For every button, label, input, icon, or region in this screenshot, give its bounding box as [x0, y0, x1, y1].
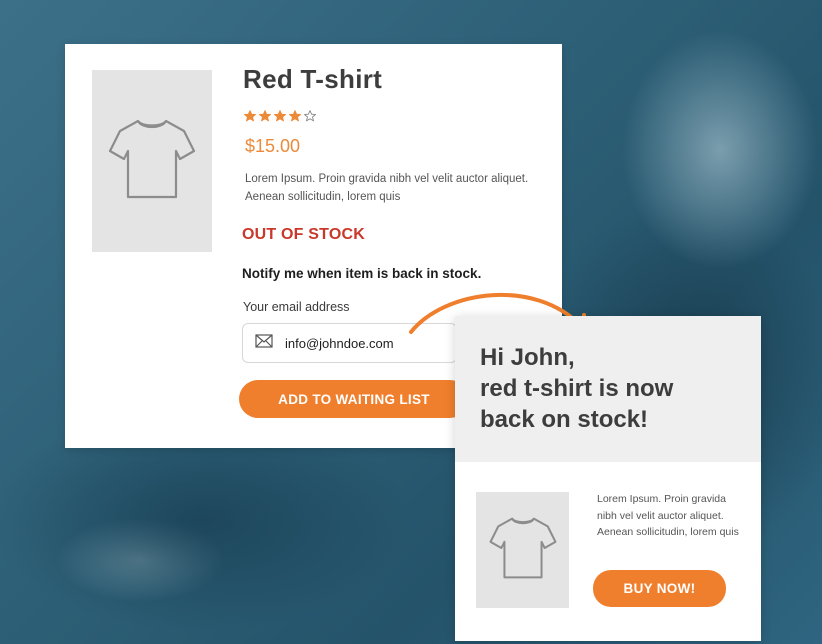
- headline-line-2: red t-shirt is now: [480, 375, 674, 402]
- star-filled-icon: [274, 110, 286, 122]
- notify-heading: Notify me when item is back in stock.: [242, 266, 482, 281]
- star-filled-icon: [289, 110, 301, 122]
- email-value: info@johndoe.com: [285, 335, 394, 351]
- product-description: Lorem Ipsum. Proin gravida nibh vel veli…: [245, 173, 529, 203]
- headline-line-3: back on stock!: [480, 406, 649, 433]
- rating-stars: [244, 110, 316, 122]
- product-title: Red T-shirt: [243, 64, 383, 94]
- back-in-stock-email: Hi John, red t-shirt is now back on stoc…: [455, 316, 761, 641]
- email-headline: Hi John, red t-shirt is now back on stoc…: [480, 342, 750, 435]
- star-filled-icon: [244, 110, 256, 122]
- tshirt-icon: [106, 115, 198, 208]
- product-image: [92, 70, 212, 252]
- email-header: Hi John, red t-shirt is now back on stoc…: [455, 316, 761, 462]
- email-label: Your email address: [243, 300, 350, 314]
- buy-now-button[interactable]: BUY NOW!: [593, 570, 726, 607]
- headline-line-1: Hi John,: [480, 344, 575, 371]
- star-empty-icon: [304, 110, 316, 122]
- stock-status: OUT OF STOCK: [242, 226, 365, 243]
- email-product-image: [476, 492, 569, 608]
- email-product-description: Lorem Ipsum. Proin gravida nibh vel veli…: [597, 493, 739, 538]
- product-price: $15.00: [245, 136, 301, 156]
- star-filled-icon: [259, 110, 271, 122]
- envelope-icon: [255, 333, 273, 353]
- add-to-waiting-list-button[interactable]: ADD TO WAITING LIST: [239, 380, 469, 418]
- tshirt-icon: [487, 514, 559, 587]
